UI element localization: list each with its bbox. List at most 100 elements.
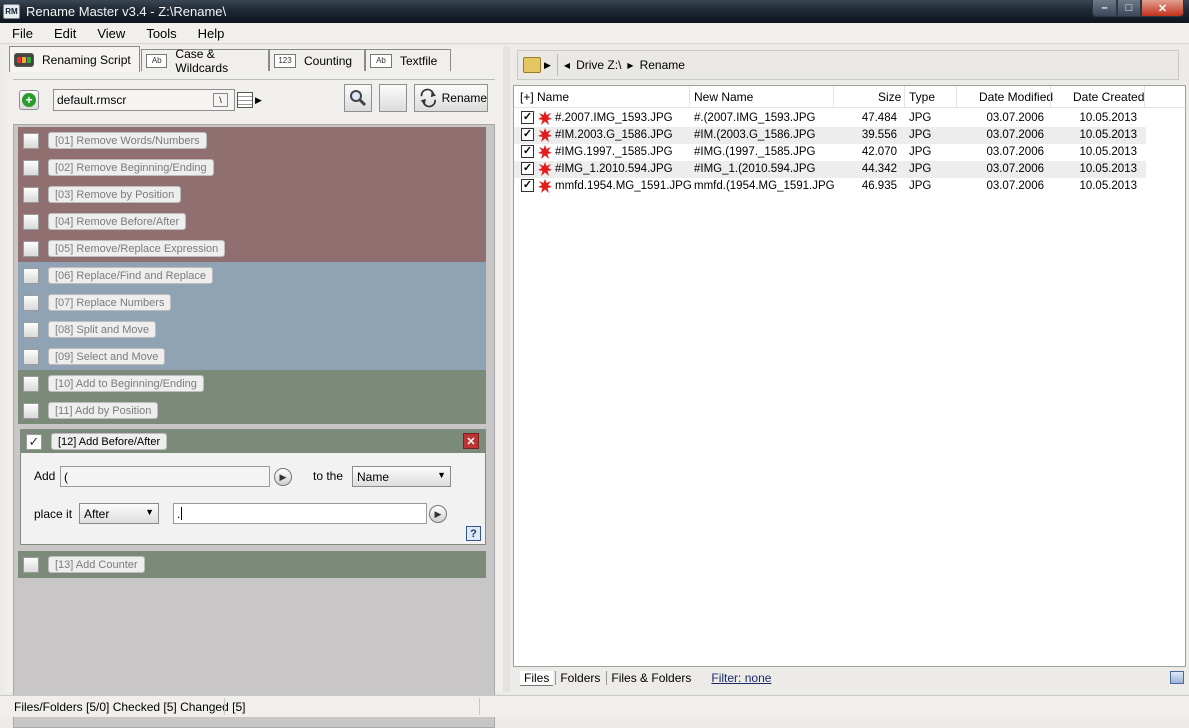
chevron-left-icon[interactable]: ◀: [564, 61, 570, 70]
rule-checkbox[interactable]: [23, 267, 39, 284]
rule-checkbox[interactable]: [23, 132, 39, 149]
rule-checkbox[interactable]: [23, 402, 39, 419]
column-date-created[interactable]: Date Created: [1073, 90, 1144, 104]
panel-toggle-icon[interactable]: [1170, 671, 1184, 684]
rule-checkbox[interactable]: [23, 294, 39, 311]
tab-files[interactable]: Files: [520, 670, 554, 686]
address-bar: ▶ ◀ Drive Z:\ ▶ Rename: [517, 50, 1179, 80]
tab-folders[interactable]: Folders: [555, 671, 604, 685]
documents-icon: [237, 92, 253, 108]
script-menu-button[interactable]: ▶: [237, 90, 265, 110]
tab-textfile[interactable]: Ab Textfile: [365, 49, 451, 71]
file-new-name: #IMG_1.(2010.594.JPG: [694, 163, 816, 175]
close-rule-button[interactable]: ✕: [463, 433, 479, 449]
add-rule-button[interactable]: +: [19, 90, 39, 110]
place-select[interactable]: After ▼: [79, 503, 159, 524]
rule-checkbox[interactable]: [23, 186, 39, 203]
rule-header[interactable]: ✓ [12] Add Before/After ✕: [21, 430, 485, 453]
menu-view[interactable]: View: [85, 26, 134, 41]
tab-renaming-script[interactable]: Renaming Script: [9, 46, 140, 72]
file-checkbox[interactable]: ✓: [521, 179, 534, 192]
maximize-button[interactable]: □: [1117, 0, 1141, 17]
minimize-button[interactable]: –: [1092, 0, 1117, 17]
file-name: #.2007.IMG_1593.JPG: [555, 112, 673, 124]
file-checkbox[interactable]: ✓: [521, 111, 534, 124]
rule-add-before-after-expanded: ✓ [12] Add Before/After ✕ Add ( ▶ to the…: [20, 429, 486, 545]
breadcrumb-folder[interactable]: Rename: [640, 58, 685, 72]
rule-remove-beginning-ending[interactable]: [02] Remove Beginning/Ending: [18, 154, 486, 181]
file-row[interactable]: ✓ #.2007.IMG_1593.JPG #.(2007.IMG_1593.J…: [514, 110, 1146, 127]
rename-button[interactable]: Rename: [414, 84, 488, 112]
rule-checkbox[interactable]: [23, 375, 39, 392]
place-value: After: [84, 506, 110, 521]
rule-remove-words-numbers[interactable]: [01] Remove Words/Numbers: [18, 127, 486, 154]
blank-button[interactable]: [379, 84, 407, 112]
pane-splitter[interactable]: [503, 46, 510, 692]
rule-select-and-move[interactable]: [09] Select and Move: [18, 343, 486, 370]
rule-checkbox[interactable]: [23, 556, 39, 573]
rule-remove-before-after[interactable]: [04] Remove Before/After: [18, 208, 486, 235]
chevron-right-icon[interactable]: ▶: [544, 60, 551, 71]
rule-checkbox[interactable]: [23, 321, 39, 338]
add-text-input[interactable]: (: [60, 466, 270, 487]
rule-label: [07] Replace Numbers: [48, 294, 172, 311]
rule-add-to-beginning-ending[interactable]: [10] Add to Beginning/Ending: [18, 370, 486, 397]
rule-checkbox-checked[interactable]: ✓: [26, 433, 42, 450]
column-date-modified[interactable]: Date Modified: [979, 90, 1053, 104]
filter-link[interactable]: Filter: none: [711, 671, 771, 685]
file-checkbox[interactable]: ✓: [521, 162, 534, 175]
rule-remove-replace-expression[interactable]: [05] Remove/Replace Expression: [18, 235, 486, 262]
menu-file[interactable]: File: [0, 26, 42, 41]
file-list-header: [+] Name New Name Size Type Date Modifie…: [514, 86, 1185, 108]
rule-remove-by-position[interactable]: [03] Remove by Position: [18, 181, 486, 208]
text-cursor: [181, 507, 183, 520]
menu-bar: File Edit View Tools Help: [0, 23, 1189, 44]
rule-replace-find-and-replace[interactable]: [06] Replace/Find and Replace: [18, 262, 486, 289]
rule-label: [02] Remove Beginning/Ending: [48, 159, 214, 176]
file-type: JPG: [909, 146, 932, 158]
rule-checkbox[interactable]: [23, 159, 39, 176]
file-checkbox[interactable]: ✓: [521, 128, 534, 141]
close-window-button[interactable]: ✕: [1141, 0, 1184, 17]
tab-counting[interactable]: 123 Counting: [269, 49, 365, 71]
help-icon[interactable]: ?: [466, 526, 481, 541]
file-row[interactable]: ✓ #IMG.1997._1585.JPG #IMG.(1997._1585.J…: [514, 144, 1146, 161]
column-new-name[interactable]: New Name: [694, 90, 753, 104]
file-row[interactable]: ✓ #IMG_1.2010.594.JPG #IMG_1.(2010.594.J…: [514, 161, 1146, 178]
rule-checkbox[interactable]: [23, 348, 39, 365]
add-insert-button[interactable]: ▶: [274, 468, 292, 486]
file-size: 42.070: [861, 146, 897, 158]
script-file-select[interactable]: default.rmscr \: [53, 89, 235, 111]
preview-button[interactable]: [344, 84, 372, 112]
rule-add-counter[interactable]: [13] Add Counter: [18, 551, 486, 578]
tab-files-folders[interactable]: Files & Folders: [606, 671, 695, 685]
file-date-created: 10.05.2013: [1079, 180, 1137, 192]
changed-splat-icon: [538, 128, 552, 142]
rename-arrows-icon: [420, 88, 436, 108]
file-list: [+] Name New Name Size Type Date Modifie…: [513, 85, 1186, 667]
column-name[interactable]: [+] Name: [520, 90, 569, 104]
rule-add-by-position[interactable]: [11] Add by Position: [18, 397, 486, 424]
file-row[interactable]: ✓ mmfd.1954.MG_1591.JPG mmfd.(1954.MG_15…: [514, 178, 1146, 195]
status-bar: Files/Folders [5/0] Checked [5] Changed …: [0, 695, 1189, 717]
folder-up-icon[interactable]: [523, 57, 541, 73]
file-checkbox[interactable]: ✓: [521, 145, 534, 158]
rule-replace-numbers[interactable]: [07] Replace Numbers: [18, 289, 486, 316]
column-type[interactable]: Type: [909, 90, 935, 104]
rule-split-and-move[interactable]: [08] Split and Move: [18, 316, 486, 343]
rule-checkbox[interactable]: [23, 213, 39, 230]
place-insert-button[interactable]: ▶: [429, 505, 447, 523]
menu-tools[interactable]: Tools: [134, 26, 185, 41]
menu-edit[interactable]: Edit: [42, 26, 85, 41]
target-select[interactable]: Name ▼: [352, 466, 451, 487]
menu-help[interactable]: Help: [186, 26, 234, 41]
rule-label: [11] Add by Position: [48, 402, 159, 419]
tab-case-wildcards[interactable]: Ab Case & Wildcards: [141, 47, 269, 75]
file-date-modified: 03.07.2006: [986, 163, 1044, 175]
file-row[interactable]: ✓ #IM.2003.G_1586.JPG #IM.(2003.G_1586.J…: [514, 127, 1146, 144]
rule-label: [04] Remove Before/After: [48, 213, 187, 230]
breadcrumb-drive[interactable]: Drive Z:\: [576, 58, 621, 72]
rule-checkbox[interactable]: [23, 240, 39, 257]
column-size[interactable]: Size: [878, 90, 901, 104]
place-text-input[interactable]: .: [173, 503, 427, 524]
